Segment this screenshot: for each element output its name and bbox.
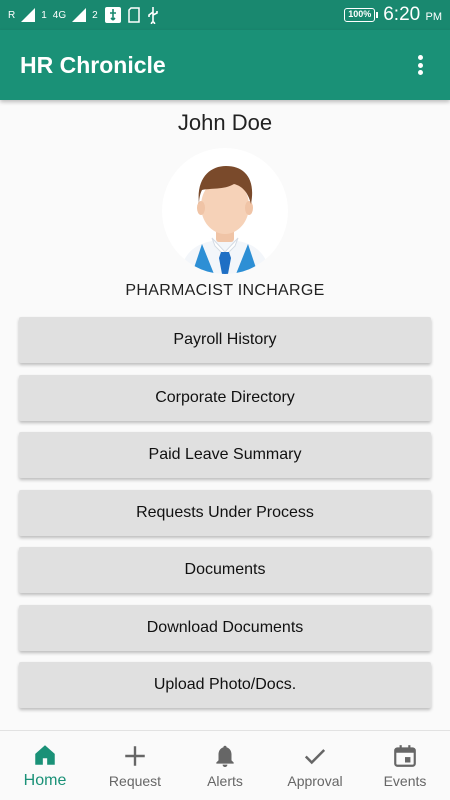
upload-photo-docs-button[interactable]: Upload Photo/Docs. (19, 662, 431, 708)
nav-approval-label: Approval (287, 772, 343, 789)
app-title: HR Chronicle (20, 51, 166, 78)
download-documents-button[interactable]: Download Documents (19, 604, 431, 651)
nav-events-label: Events (383, 772, 427, 789)
sim-2-indicator: 2 (92, 9, 98, 21)
menu-list: Payroll History Corporate Directory Paid… (19, 317, 431, 720)
avatar-person-icon (180, 166, 270, 274)
documents-button[interactable]: Documents (19, 547, 431, 593)
signal-icon-2 (72, 8, 87, 22)
home-icon (35, 744, 55, 765)
carrier-mark: R (8, 9, 16, 21)
signal-icon (21, 8, 36, 22)
clock: 6:20 PM (383, 4, 442, 26)
bell-icon (216, 745, 234, 767)
nav-request[interactable]: Request (90, 731, 180, 800)
nav-home[interactable]: Home (0, 731, 90, 800)
usb-icon (147, 7, 158, 24)
sd-card-icon (127, 7, 140, 23)
calendar-icon (394, 744, 416, 767)
profile-designation: PHARMACIST INCHARGE (125, 282, 325, 299)
nav-home-label: Home (23, 771, 67, 789)
requests-under-process-button[interactable]: Requests Under Process (19, 489, 431, 536)
nav-approval[interactable]: Approval (270, 731, 360, 800)
overflow-menu-icon[interactable] (410, 53, 430, 77)
bottom-navigation: Home Request Alerts Approval Events (0, 730, 450, 800)
avatar (162, 148, 288, 274)
profile-name: John Doe (177, 110, 273, 135)
nav-alerts-label: Alerts (207, 772, 243, 789)
plus-icon (125, 745, 145, 766)
clock-ampm: PM (425, 11, 443, 23)
payroll-history-button[interactable]: Payroll History (19, 317, 431, 363)
nav-request-label: Request (108, 772, 162, 789)
clock-time: 6:20 (383, 4, 421, 25)
paid-leave-summary-button[interactable]: Paid Leave Summary (19, 432, 431, 478)
app-bar: HR Chronicle (0, 30, 450, 100)
battery-icon: 100% (344, 8, 379, 22)
status-bar: R 1 4G 2 100% 6:20 PM (0, 0, 450, 30)
usb-debug-icon (104, 7, 121, 23)
nav-events[interactable]: Events (360, 731, 450, 800)
network-type: 4G (52, 9, 67, 21)
check-icon (304, 748, 326, 764)
nav-alerts[interactable]: Alerts (180, 731, 270, 800)
corporate-directory-button[interactable]: Corporate Directory (19, 374, 431, 421)
sim-1-indicator: 1 (41, 9, 47, 21)
